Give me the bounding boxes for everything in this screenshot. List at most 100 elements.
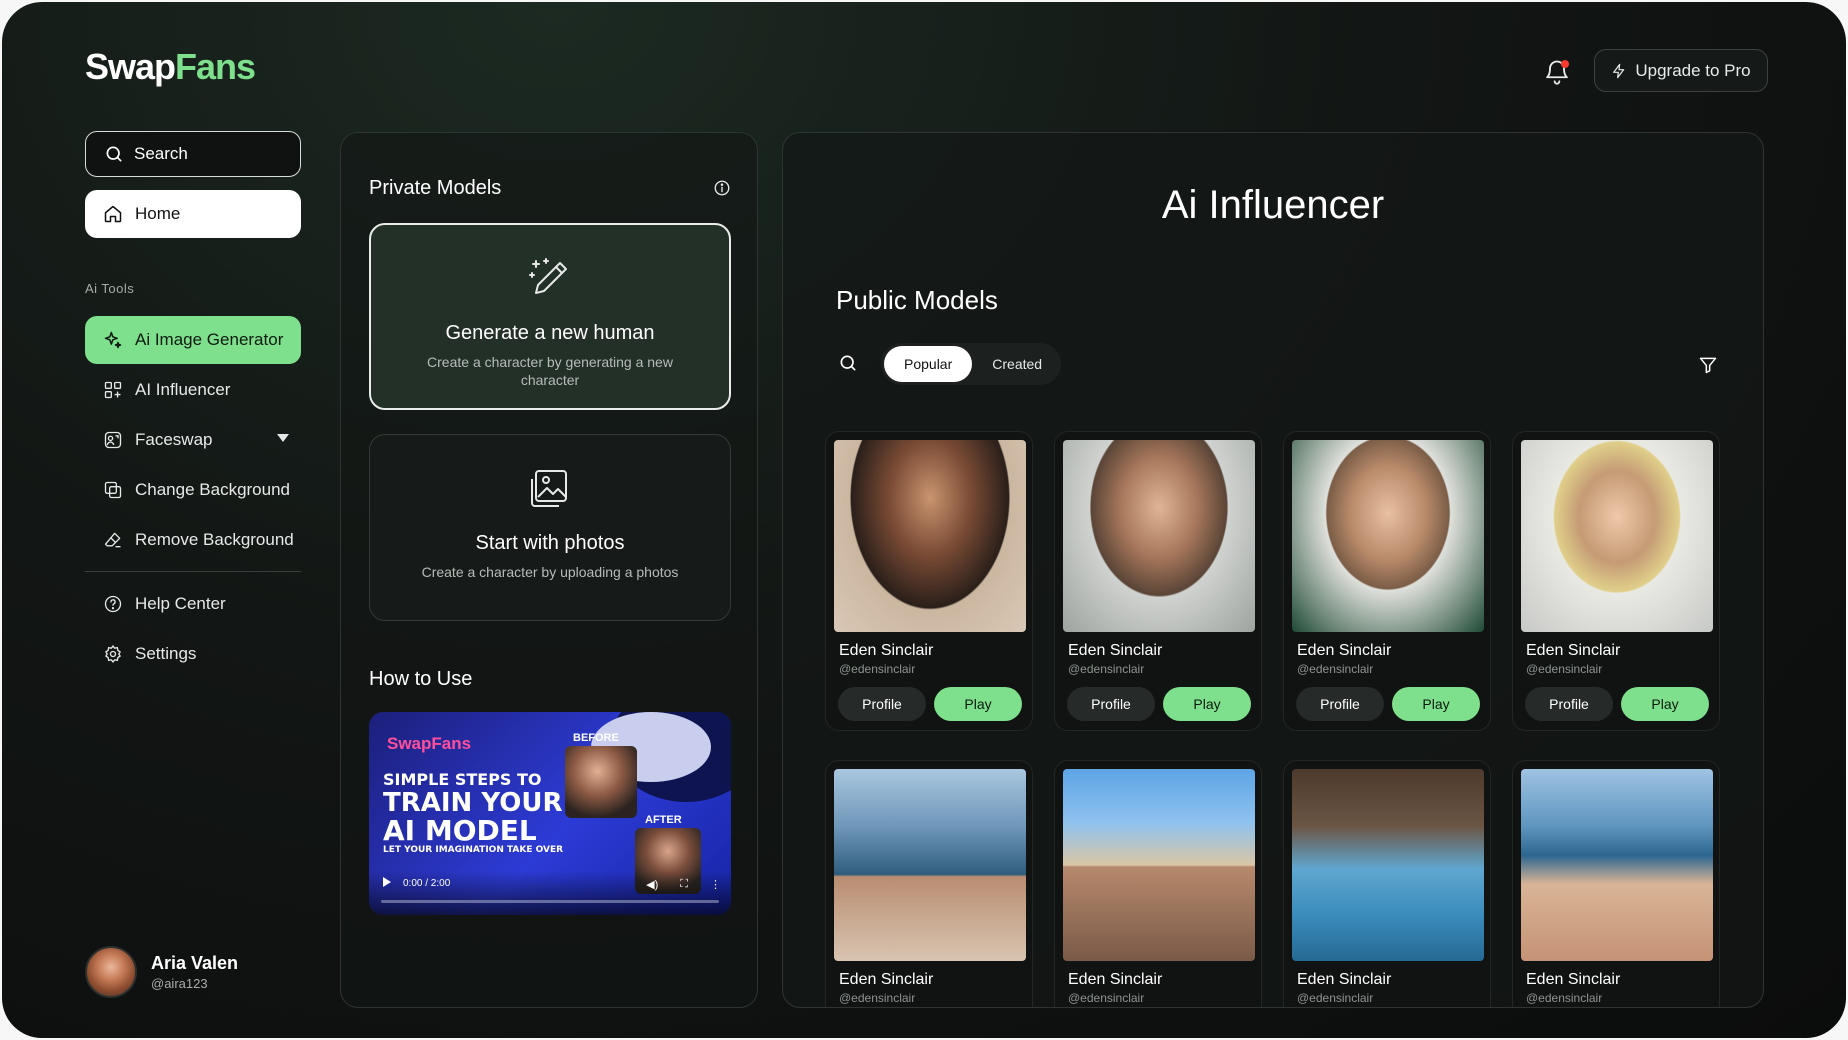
before-label: BEFORE [573,732,619,744]
model-card[interactable]: Eden Sinclair @edensinclair Profile Play [825,431,1033,731]
search-icon [106,146,122,162]
model-handle: @edensinclair [1068,991,1145,1005]
play-icon[interactable] [383,877,391,887]
notification-dot [1561,60,1569,68]
avatar [85,946,137,998]
model-photo[interactable] [834,769,1026,961]
tutorial-video-player[interactable]: SwapFans SIMPLE STEPS TO TRAIN YOUR AI M… [369,712,731,915]
model-photo[interactable] [1063,769,1255,961]
profile-button[interactable]: Profile [1067,687,1155,721]
upgrade-to-pro-button[interactable]: Upgrade to Pro [1594,49,1768,92]
home-icon [104,205,122,223]
after-label: AFTER [645,814,682,826]
how-to-use-title: How to Use [369,668,473,690]
filter-icon[interactable] [1698,355,1718,375]
play-button[interactable]: Play [934,687,1022,721]
nav-item-change-background[interactable]: Change Background [85,466,301,514]
video-tagline: LET YOUR IMAGINATION TAKE OVER [383,845,564,855]
user-name: Aria Valen [151,953,239,973]
model-name: Eden Sinclair [1068,642,1163,659]
photos-card-title: Start with photos [475,532,625,554]
model-photo[interactable] [1292,440,1484,632]
volume-icon[interactable]: ◀) [646,878,658,891]
play-button[interactable]: Play [1163,687,1251,721]
notification-bell-icon[interactable] [1543,58,1571,86]
page-title: Ai Influencer [1161,183,1385,227]
video-headline-3: AI MODEL [383,814,537,847]
layers-icon [104,481,122,499]
model-handle: @edensinclair [839,991,916,1005]
video-time: 0:00 / 2:00 [403,878,451,889]
user-profile[interactable]: Aria Valen @aira123 [85,946,238,998]
model-name: Eden Sinclair [839,642,934,659]
model-card[interactable]: Eden Sinclair @edensinclair Profile Play [1512,431,1720,731]
search-field[interactable] [85,131,301,177]
model-name: Eden Sinclair [1297,642,1392,659]
nav-item-help-center[interactable]: Help Center [85,580,301,628]
private-models-title: Private Models [369,177,502,199]
gear-icon [105,645,121,663]
search-input[interactable] [134,144,284,164]
nav-item-ai-image-generator[interactable]: Ai Image Generator [85,316,301,364]
model-name: Eden Sinclair [1068,971,1163,988]
chevron-down-icon[interactable] [277,434,289,442]
home-button[interactable]: Home [85,190,301,238]
model-card[interactable]: Eden Sinclair @edensinclair [1283,760,1491,1007]
tab-popular[interactable]: Popular [884,346,973,382]
video-progress-bar[interactable] [381,900,719,903]
logo[interactable]: SwapFans [85,46,256,88]
model-card[interactable]: Eden Sinclair @edensinclair [1054,760,1262,1007]
model-name: Eden Sinclair [839,971,934,988]
info-icon[interactable] [713,179,731,197]
model-handle: @edensinclair [1297,991,1374,1005]
model-card[interactable]: Eden Sinclair @edensinclair [825,760,1033,1007]
model-photo[interactable] [1292,769,1484,961]
fullscreen-icon[interactable]: ⛶ [680,878,688,891]
model-card[interactable]: Eden Sinclair @edensinclair Profile Play [1054,431,1262,731]
model-photo[interactable] [1521,440,1713,632]
model-handle: @edensinclair [1297,662,1374,676]
private-models-panel: Private Models Generate a new human Crea… [340,132,758,1008]
generate-new-human-card[interactable]: Generate a new human Create a character … [369,223,731,410]
model-name: Eden Sinclair [1297,971,1392,988]
more-options-icon[interactable]: ⋮ [710,878,721,891]
home-label: Home [135,204,181,223]
upgrade-label: Upgrade to Pro [1635,60,1751,80]
model-handle: @edensinclair [1068,662,1145,676]
model-photo[interactable] [834,440,1026,632]
profile-button[interactable]: Profile [838,687,926,721]
profile-button[interactable]: Profile [1525,687,1613,721]
play-button[interactable]: Play [1621,687,1709,721]
start-with-photos-card[interactable]: Start with photos Create a character by … [369,434,731,621]
nav-item-settings[interactable]: Settings [85,630,301,678]
nav-item-ai-influencer[interactable]: AI Influencer [85,366,301,414]
help-icon [104,595,122,613]
nav-item-faceswap[interactable]: Faceswap [85,416,301,464]
nav-item-remove-background[interactable]: Remove Background [85,516,301,564]
nav-label: Help Center [135,594,226,613]
search-icon[interactable] [838,353,858,373]
model-handle: @edensinclair [1526,662,1603,676]
video-headline-1: SIMPLE STEPS TO [383,770,542,789]
lightning-icon [1613,63,1625,78]
nav-label: Faceswap [135,430,213,449]
nav-label: AI Influencer [135,380,231,399]
model-name: Eden Sinclair [1526,971,1621,988]
play-button[interactable]: Play [1392,687,1480,721]
logo-part-2: Fans [175,46,256,87]
model-photo[interactable] [1521,769,1713,961]
nav-label: Change Background [135,480,291,499]
model-card[interactable]: Eden Sinclair @edensinclair [1512,760,1720,1007]
magic-pencil-icon [529,258,567,294]
video-control-icons: ◀) ⛶ ⋮ [646,878,721,891]
model-photo[interactable] [1063,440,1255,632]
nav-label: Settings [135,644,197,663]
photos-card-subtitle: Create a character by uploading a photos [421,564,679,580]
generate-card-title: Generate a new human [445,322,655,344]
logo-part-1: Swap [85,46,176,87]
grid-plus-icon [104,381,122,399]
model-card[interactable]: Eden Sinclair @edensinclair Profile Play [1283,431,1491,731]
profile-button[interactable]: Profile [1296,687,1384,721]
user-handle: @aira123 [151,976,208,991]
tab-created[interactable]: Created [972,346,1062,382]
